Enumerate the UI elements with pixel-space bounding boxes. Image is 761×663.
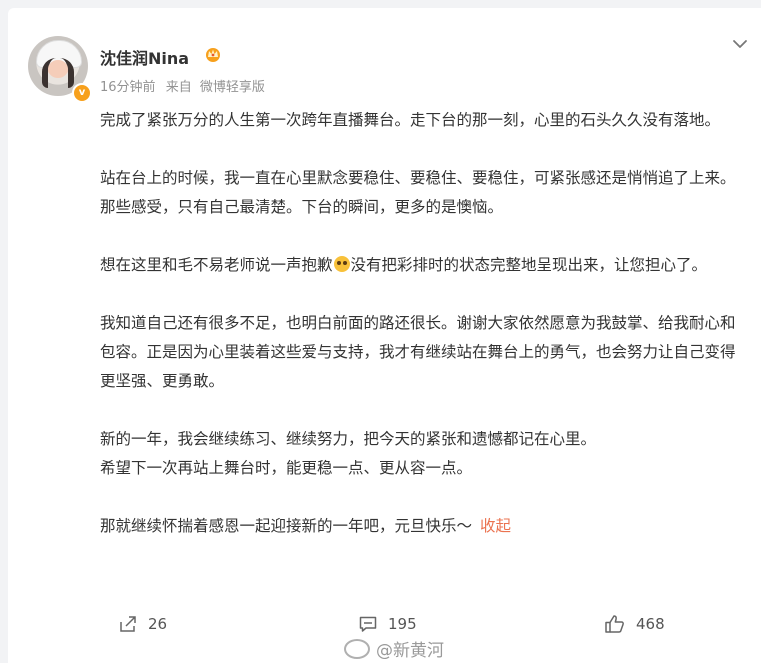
weibo-post-card: v 沈佳润Nina 16分钟前 来自 微博轻享版 完成了紧张万分的人生第一次跨年…: [8, 8, 761, 663]
author-name[interactable]: 沈佳润Nina: [100, 45, 189, 69]
post-meta: 16分钟前 来自 微博轻享版: [100, 76, 265, 95]
share-button[interactable]: 26: [118, 606, 167, 642]
paragraph-6: 希望下一次再站上舞台时，能更稳一点、更从容一点。: [100, 459, 473, 477]
share-count: 26: [148, 615, 168, 633]
comment-count: 195: [388, 615, 417, 633]
source-prefix: 来自: [165, 80, 192, 95]
comment-icon: [359, 616, 377, 632]
verified-badge-icon: v: [72, 83, 92, 103]
paragraph-7-text: 那就继续怀揣着感恩一起迎接新的一年吧，元旦快乐～: [100, 517, 473, 535]
post-content: 完成了紧张万分的人生第一次跨年直播舞台。走下台的那一刻，心里的石头久久没有落地。…: [100, 106, 750, 570]
avatar-face: [48, 60, 68, 78]
post-source[interactable]: 微博轻享版: [200, 80, 265, 95]
like-button[interactable]: 468: [604, 606, 665, 642]
chevron-down-icon[interactable]: [730, 34, 750, 54]
collapse-link[interactable]: 收起: [480, 517, 511, 535]
flushed-face-emoji-icon: [333, 256, 350, 272]
paragraph-5: 新的一年，我会继续练习、继续努力，把今天的紧张和遗憾都记在心里。: [100, 430, 597, 448]
share-icon: [120, 616, 136, 632]
paragraph-2: 站在台上的时候，我一直在心里默念要稳住、要稳住、要稳住，可紧张感还是悄悄追了上来…: [100, 169, 736, 216]
thumbs-up-icon: [605, 615, 624, 633]
paragraph-1: 完成了紧张万分的人生第一次跨年直播舞台。走下台的那一刻，心里的石头久久没有落地。: [100, 111, 721, 129]
paragraph-3-part-a: 想在这里和毛不易老师说一声抱歉: [100, 256, 333, 274]
watermark: @新黄河: [344, 636, 444, 661]
like-count: 468: [636, 615, 665, 633]
weibo-logo-icon: [344, 638, 370, 659]
paragraph-3-part-b: 没有把彩排时的状态完整地呈现出来，让您担心了。: [350, 256, 708, 274]
paragraph-7: 那就继续怀揣着感恩一起迎接新的一年吧，元旦快乐～ 收起: [100, 512, 750, 541]
paragraph-3: 想在这里和毛不易老师说一声抱歉 没有把彩排时的状态完整地呈现出来，让您担心了。: [100, 251, 750, 280]
paragraph-4: 我知道自己还有很多不足，也明白前面的路还很长。谢谢大家依然愿意为我鼓掌、给我耐心…: [100, 314, 736, 390]
crown-icon: [206, 48, 220, 62]
watermark-text: @新黄河: [376, 641, 444, 661]
post-time[interactable]: 16分钟前: [100, 80, 156, 95]
